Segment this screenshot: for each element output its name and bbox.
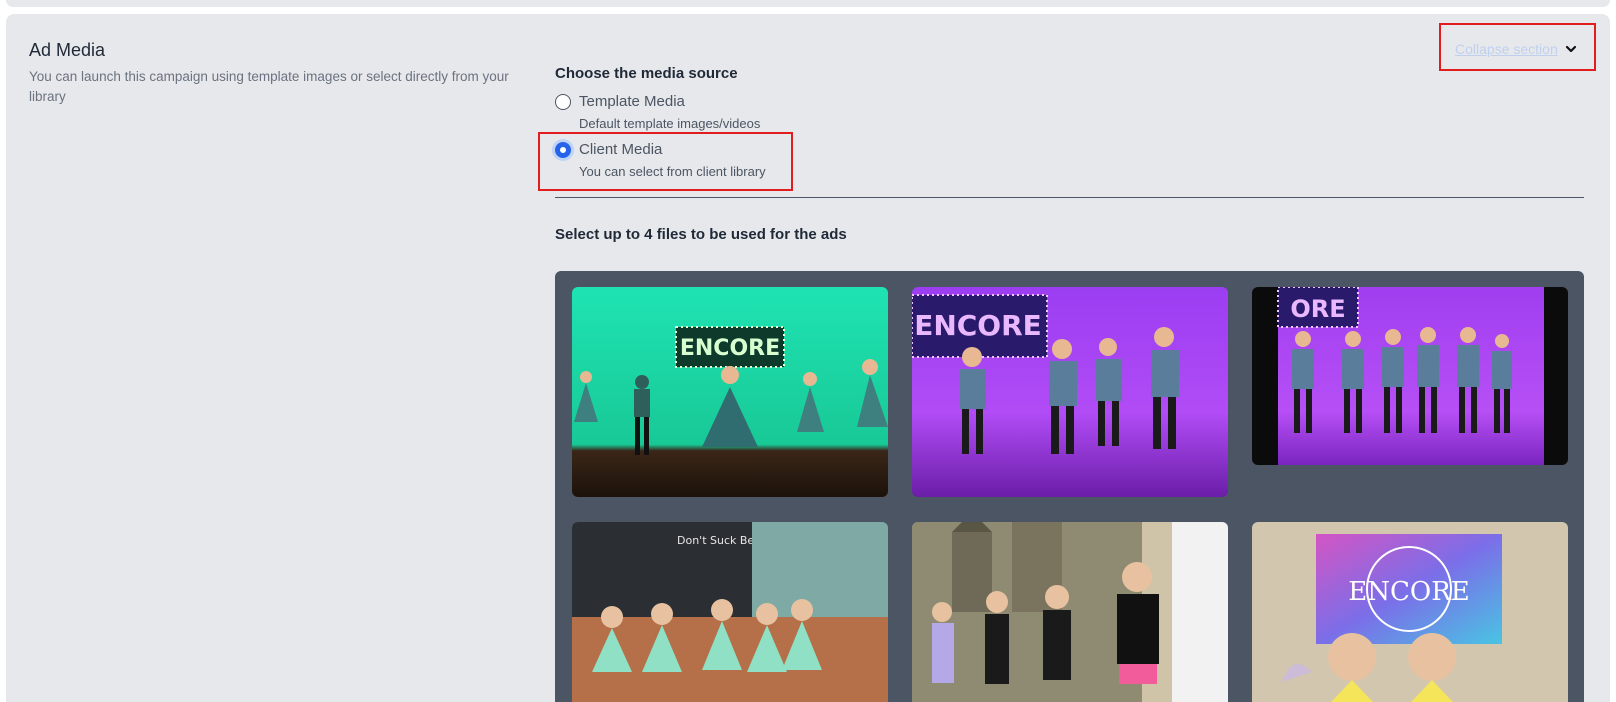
media-tile[interactable]: ENCORE: [1252, 522, 1568, 702]
media-thumbnail[interactable]: ENCORE: [912, 287, 1228, 497]
media-thumbnail[interactable]: ENCORE: [572, 287, 888, 497]
media-tile[interactable]: ENCORE: [572, 287, 888, 497]
sign-text: ENCORE: [914, 309, 1042, 342]
files-label: Select up to 4 files to be used for the …: [555, 226, 847, 243]
previous-section-card: [6, 0, 1610, 7]
radio-label[interactable]: Template Media: [579, 93, 685, 110]
media-tile[interactable]: Don't Suck Be Brave DANCE!: [572, 522, 888, 702]
highlight-box-client-media: [538, 132, 793, 191]
media-tile[interactable]: ENCORE: [912, 287, 1228, 497]
media-thumbnail[interactable]: Don't Suck Be Brave DANCE!: [572, 522, 888, 702]
media-source-label: Choose the media source: [555, 65, 738, 82]
radio-button[interactable]: [555, 93, 571, 110]
radio-template-media[interactable]: Template Media: [555, 93, 685, 110]
media-thumbnail[interactable]: ORE: [1252, 287, 1568, 465]
sign-text: ENCORE: [1348, 577, 1470, 607]
media-thumbnail[interactable]: [912, 522, 1228, 702]
media-thumbnail[interactable]: ENCORE: [1252, 522, 1568, 702]
sign-text: ENCORE: [680, 336, 780, 361]
highlight-box-collapse: [1439, 23, 1596, 71]
radio-description: Default template images/videos: [579, 116, 761, 131]
media-tile[interactable]: ORE: [1252, 287, 1568, 465]
media-tile[interactable]: [912, 522, 1228, 702]
section-title: Ad Media: [29, 40, 106, 60]
sign-text: ORE: [1290, 295, 1345, 323]
section-description: You can launch this campaign using templ…: [29, 69, 509, 104]
divider: [555, 197, 1584, 198]
